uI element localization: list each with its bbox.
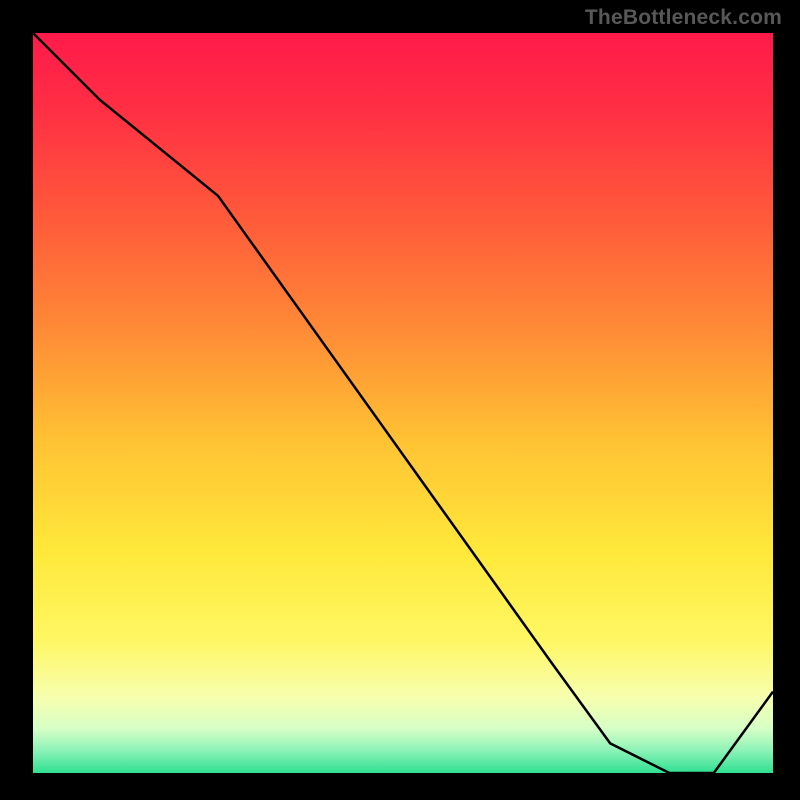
chart-frame: TheBottleneck.com [0, 0, 800, 800]
watermark-text: TheBottleneck.com [585, 6, 782, 30]
gradient-background [33, 33, 773, 773]
chart-svg [33, 33, 773, 773]
plot-area [30, 30, 776, 776]
